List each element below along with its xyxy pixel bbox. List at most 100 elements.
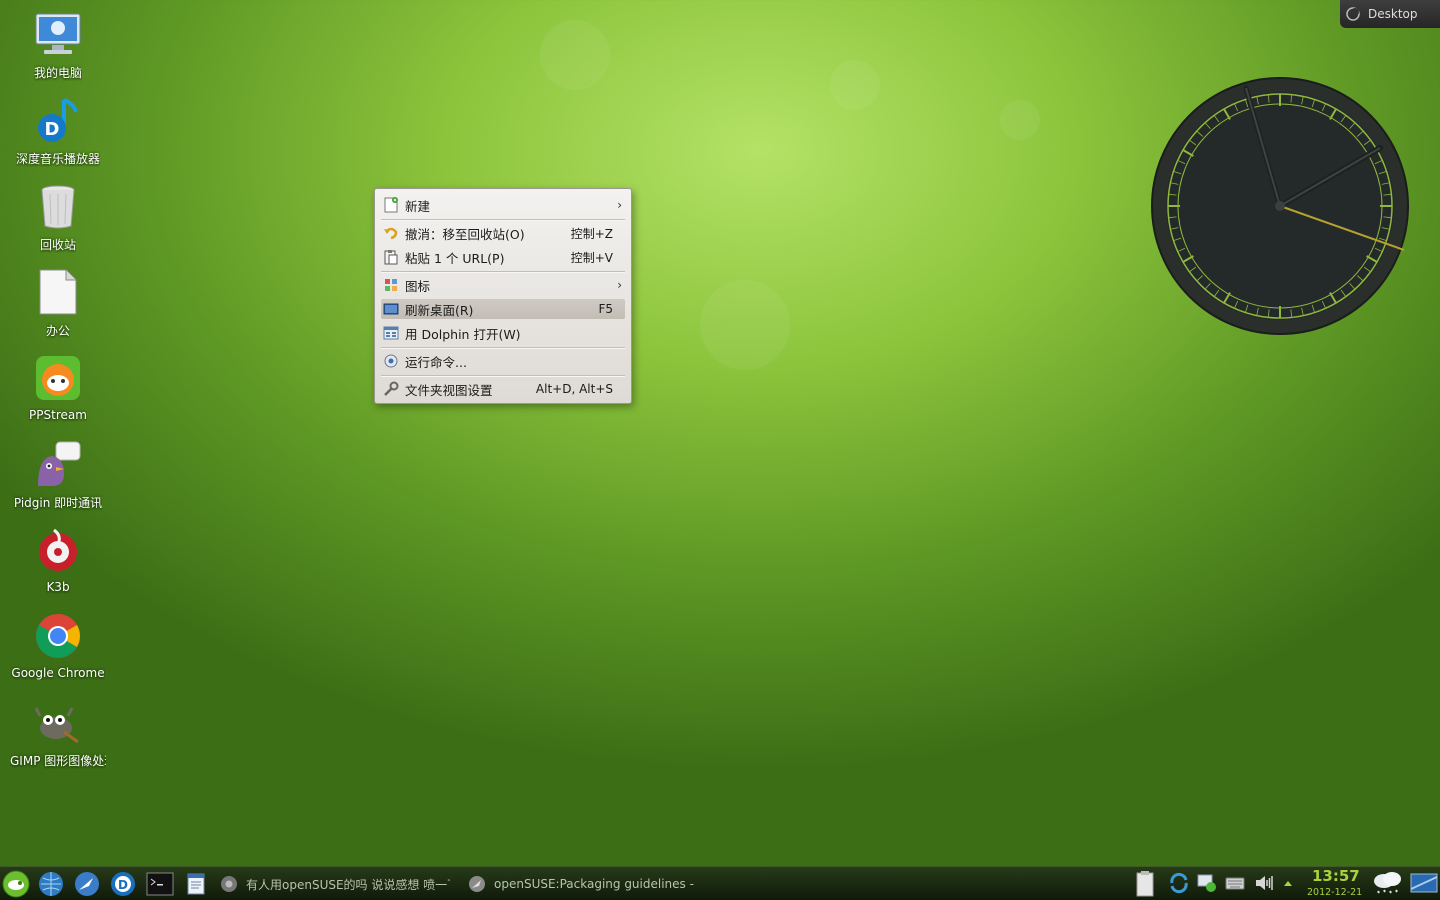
toolbox-icon — [1346, 7, 1360, 21]
terminal-launcher[interactable] — [146, 870, 174, 898]
weather-snow-icon — [1374, 872, 1401, 894]
menu-item-run-command[interactable]: 运行命令... — [381, 351, 625, 371]
chrome-icon — [221, 876, 237, 892]
desktop-icon-label: 我的电脑 — [33, 66, 82, 80]
refresh-desktop-icon — [383, 303, 399, 315]
svg-text:D: D — [45, 119, 60, 140]
update-icon — [1170, 872, 1188, 894]
desktop-icon-label: 回收站 — [39, 238, 76, 252]
browser-icon — [75, 872, 99, 896]
chrome-icon — [34, 612, 82, 660]
undo-icon — [384, 227, 398, 240]
menu-item-folder-view-settings[interactable]: 文件夹视图设置 Alt+D, Alt+S — [381, 379, 625, 399]
pidgin-icon — [34, 440, 82, 488]
menu-item-shortcut: F5 — [598, 302, 613, 316]
desktop-icon-pidgin[interactable]: Pidgin 即时通讯 — [6, 430, 110, 514]
desktop-icon-office[interactable]: 办公 — [6, 258, 110, 342]
menu-item-label: 撤消：移至回收站(O) — [405, 226, 525, 242]
menu-item-shortcut: Alt+D, Alt+S — [535, 382, 613, 396]
task-browser-window[interactable]: openSUSE:Packaging guidelines - openSUSE — [468, 871, 694, 897]
paste-icon — [384, 250, 398, 265]
menu-separator — [381, 375, 625, 377]
desktop-icon-label: GIMP 图形图像处理 — [10, 754, 106, 768]
menu-separator — [381, 219, 625, 221]
analog-clock-widget[interactable] — [1150, 76, 1410, 336]
menu-item-label: 图标 — [405, 278, 431, 294]
desktop-toolbox[interactable]: Desktop — [1340, 0, 1440, 28]
submenu-arrow-icon: › — [617, 198, 622, 212]
menu-item-icons[interactable]: 图标 › — [381, 275, 625, 295]
show-desktop-icon — [1410, 873, 1438, 893]
trash-icon — [34, 182, 82, 230]
bokeh — [700, 280, 790, 370]
desktop-icon-ppstream[interactable]: PPStream — [6, 344, 110, 428]
menu-item-paste-url[interactable]: 粘贴 1 个 URL(P) 控制+V — [381, 247, 625, 267]
desktop-icon-my-computer[interactable]: 我的电脑 — [6, 0, 110, 84]
network-icon — [1197, 874, 1216, 892]
task-label: 有人用openSUSE的吗 说说感想 喷一下 — [246, 877, 450, 892]
opensuse-menu-icon — [2, 870, 30, 898]
deepin-music-icon: D — [34, 96, 82, 144]
opensuse-menu-button[interactable] — [2, 870, 30, 898]
menu-item-shortcut: 控制+V — [570, 250, 613, 265]
weather-widget[interactable] — [1370, 869, 1406, 899]
update-tray[interactable] — [1168, 872, 1190, 894]
taskbar: D 有人用openSUSE的吗 说说感想 喷一下 openSUSE:Packag… — [0, 866, 1440, 900]
svg-text:D: D — [118, 878, 128, 892]
menu-separator — [381, 271, 625, 273]
desktop-icon-label: 深度音乐播放器 — [15, 152, 100, 166]
browser-launcher[interactable] — [73, 870, 101, 898]
desktop-icon-trash[interactable]: 回收站 — [6, 172, 110, 256]
desktop-icon-label: Pidgin 即时通讯 — [13, 496, 103, 510]
task-chrome-window[interactable]: 有人用openSUSE的吗 说说感想 喷一下 — [220, 871, 450, 897]
run-command-icon — [384, 354, 398, 368]
new-icon — [384, 197, 398, 213]
show-desktop-button[interactable] — [1410, 871, 1438, 895]
network-tray[interactable] — [1196, 872, 1218, 894]
desktop-icon-gimp[interactable]: GIMP 图形图像处理 — [6, 688, 110, 772]
expand-tray-button[interactable] — [1280, 872, 1296, 894]
menu-item-open-with-dolphin[interactable]: 用 Dolphin 打开(W) — [381, 323, 625, 343]
desktop-icon-google-chrome[interactable]: Google Chrome — [6, 602, 110, 686]
menu-item-label: 粘贴 1 个 URL(P) — [405, 250, 505, 266]
deepin-music-launcher[interactable]: D — [109, 870, 137, 898]
keyboard-tray[interactable] — [1224, 872, 1246, 894]
bokeh — [830, 60, 880, 110]
menu-item-label: 用 Dolphin 打开(W) — [405, 326, 521, 342]
desktop-icon-label: 办公 — [45, 324, 70, 338]
text-editor-icon — [187, 873, 205, 895]
menu-item-shortcut: 控制+Z — [570, 226, 613, 241]
settings-icon — [384, 381, 399, 396]
bokeh — [1000, 100, 1040, 140]
menu-item-label: 文件夹视图设置 — [405, 382, 493, 398]
menu-item-new[interactable]: 新建 › — [381, 195, 625, 215]
network-globe-launcher[interactable] — [37, 870, 65, 898]
desktop-icon-deepin-music[interactable]: D 深度音乐播放器 — [6, 86, 110, 170]
deepin-music-icon: D — [111, 872, 135, 896]
k3b-icon — [34, 526, 82, 574]
computer-icon — [34, 10, 82, 58]
task-label: openSUSE:Packaging guidelines - openSUSE — [494, 877, 694, 891]
toolbox-label: Desktop — [1368, 7, 1418, 21]
taskbar-clock-date[interactable]: 2012-12-21 — [1307, 887, 1362, 898]
desktop-icon-label: Google Chrome — [11, 666, 105, 680]
gimp-icon — [34, 698, 82, 746]
text-editor-launcher[interactable] — [182, 870, 210, 898]
desktop-icon-k3b[interactable]: K3b — [6, 516, 110, 600]
document-icon — [34, 268, 82, 316]
icons-icon — [385, 279, 397, 291]
taskbar-clock-time[interactable]: 13:57 — [1312, 867, 1360, 885]
clipboard-icon — [1136, 871, 1154, 897]
menu-item-undo-move-to-trash[interactable]: 撤消：移至回收站(O) 控制+Z — [381, 223, 625, 243]
menu-item-refresh-desktop[interactable]: 刷新桌面(R) F5 — [381, 299, 625, 319]
volume-tray[interactable] — [1253, 872, 1275, 894]
menu-item-label: 新建 — [405, 198, 431, 214]
terminal-icon — [146, 872, 174, 896]
dolphin-icon — [383, 326, 399, 340]
bokeh — [540, 20, 610, 90]
menu-item-label: 刷新桌面(R) — [405, 302, 474, 318]
menu-separator — [381, 347, 625, 349]
desktop-icon-label: K3b — [46, 580, 70, 594]
clipboard-tray[interactable] — [1134, 870, 1156, 898]
keyboard-icon — [1225, 877, 1245, 890]
